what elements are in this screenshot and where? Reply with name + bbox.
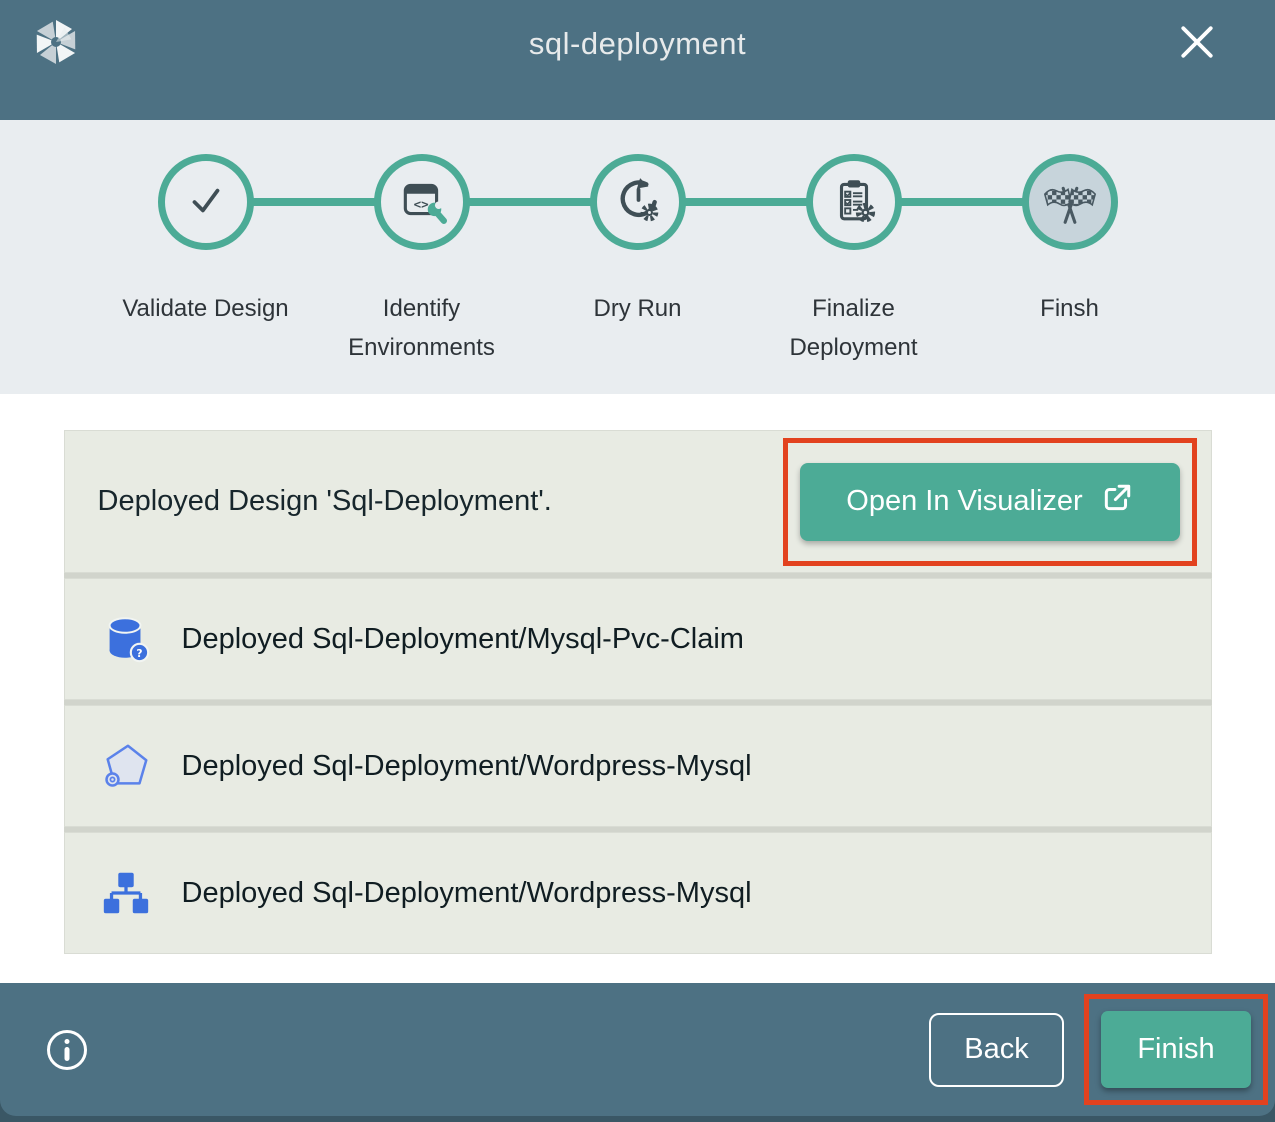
back-button[interactable]: Back (929, 1013, 1064, 1087)
deployed-resource-row: Deployed Sql-Deployment/Wordpress-Mysql (64, 705, 1212, 827)
step-label: Validate Design (106, 290, 306, 329)
deployed-resource-text: Deployed Sql-Deployment/Wordpress-Mysql (182, 877, 752, 910)
workload-sitemap-icon (99, 866, 153, 920)
modal-title: sql-deployment (529, 26, 746, 62)
service-pentagon-icon (99, 739, 153, 793)
identify-environments-step-circle[interactable]: <> (374, 154, 470, 250)
deployed-design-message: Deployed Design 'Sql-Deployment'. (98, 485, 552, 518)
step-identify-environments: <> Identify Environments (314, 154, 530, 368)
deployed-resource-text: Deployed Sql-Deployment/Mysql-Pvc-Claim (182, 623, 744, 656)
wizard-stepper: Validate Design <> Ide (0, 120, 1275, 394)
storage-volume-icon: ? (99, 612, 153, 666)
step-finish: Finsh (962, 154, 1178, 368)
code-wrench-icon: <> (397, 175, 447, 230)
finish-step-circle[interactable] (1022, 154, 1118, 250)
step-finalize-deployment: Finalize Deployment (746, 154, 962, 368)
step-label: Dry Run (538, 290, 738, 329)
annotation-highlight-finish: Finish (1084, 994, 1268, 1105)
validate-design-step-circle[interactable] (158, 154, 254, 250)
open-in-visualizer-label: Open In Visualizer (846, 485, 1082, 518)
finalize-deployment-step-circle[interactable] (806, 154, 902, 250)
close-icon[interactable] (1177, 22, 1217, 62)
svg-text:<>: <> (413, 196, 428, 211)
finish-flags-icon (1039, 169, 1101, 236)
step-label: Finalize Deployment (754, 290, 954, 368)
deployment-results: Deployed Design 'Sql-Deployment'. Open I… (0, 394, 1275, 983)
svg-text:?: ? (136, 648, 142, 660)
modal-header: sql-deployment (0, 0, 1275, 120)
info-icon[interactable] (47, 1030, 87, 1070)
dry-run-step-circle[interactable] (590, 154, 686, 250)
annotation-highlight-visualizer: Open In Visualizer (783, 438, 1197, 566)
open-in-visualizer-button[interactable]: Open In Visualizer (800, 463, 1180, 541)
step-dry-run: Dry Run (530, 154, 746, 368)
clipboard-gear-icon (829, 175, 879, 230)
open-in-new-icon (1101, 482, 1133, 522)
sync-gear-icon (613, 175, 663, 230)
deployed-design-row: Deployed Design 'Sql-Deployment'. Open I… (64, 430, 1212, 573)
step-label: Identify Environments (322, 290, 522, 368)
step-validate-design: Validate Design (98, 154, 314, 368)
deployed-resource-row: Deployed Sql-Deployment/Wordpress-Mysql (64, 832, 1212, 954)
check-icon (183, 177, 229, 228)
meshery-logo-icon (30, 16, 82, 68)
step-label: Finsh (970, 290, 1170, 329)
deployed-resource-row: ? Deployed Sql-Deployment/Mysql-Pvc-Clai… (64, 578, 1212, 700)
deployment-wizard-modal: sql-deployment Validate Design (0, 0, 1275, 1116)
deployed-resource-text: Deployed Sql-Deployment/Wordpress-Mysql (182, 750, 752, 783)
finish-button[interactable]: Finish (1101, 1011, 1251, 1088)
modal-footer: Back Finish (0, 983, 1275, 1116)
